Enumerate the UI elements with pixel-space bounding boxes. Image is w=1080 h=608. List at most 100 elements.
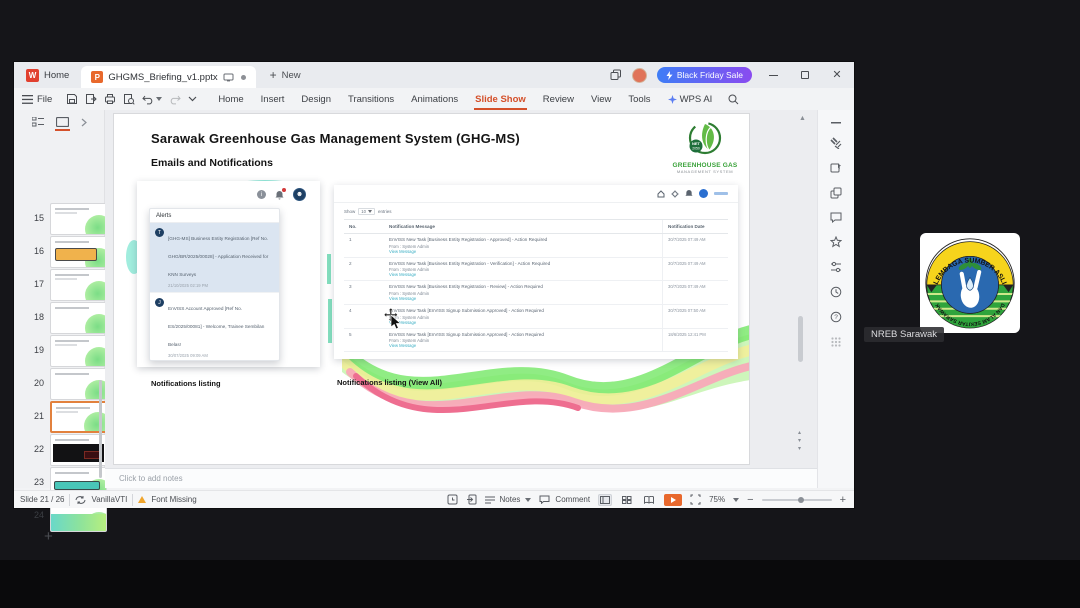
normal-view-button[interactable]	[598, 493, 613, 506]
print-icon[interactable]	[104, 93, 116, 105]
tab-transitions[interactable]: Transitions	[347, 91, 395, 108]
settings-sliders-icon[interactable]	[830, 261, 842, 273]
show-label: Show	[344, 209, 356, 214]
account-avatar[interactable]	[631, 67, 647, 83]
slide-thumbnail-19[interactable]	[50, 335, 107, 367]
theme-name[interactable]: VanillaVTI	[91, 495, 127, 504]
history-icon[interactable]	[830, 286, 842, 298]
slide-view-icon[interactable]	[55, 117, 69, 127]
style-check-icon[interactable]	[830, 162, 842, 174]
file-menu[interactable]: File	[14, 94, 60, 105]
participant-video-tile[interactable]: LEMBAGA SUMBER ASLI DAN ALAM SEKITAR SAR…	[920, 233, 1020, 333]
cell-message: EnVISS New Task [EnVISS Signup Submissio…	[389, 331, 544, 337]
lightning-icon	[666, 70, 673, 80]
new-tab-button[interactable]: + New	[270, 68, 301, 82]
window-stack-icon[interactable]	[610, 69, 622, 81]
redo-icon[interactable]	[169, 93, 182, 105]
file-menu-label: File	[37, 93, 53, 105]
tab-wps-ai[interactable]: WPS AI	[667, 91, 714, 108]
view-message-link: View Message	[389, 272, 417, 278]
new-tab-label: New	[281, 69, 301, 81]
apps-grid-icon[interactable]	[830, 336, 842, 348]
outline-view-icon[interactable]	[31, 117, 44, 127]
slide-title: Sarawak Greenhouse Gas Management System…	[151, 131, 520, 146]
panel-scrollbar[interactable]	[99, 380, 102, 478]
undo-icon[interactable]	[142, 93, 154, 105]
output-icon[interactable]	[85, 93, 98, 105]
warning-icon	[138, 496, 147, 503]
slide-number: 17	[33, 279, 44, 289]
user-name-placeholder	[714, 192, 728, 195]
view-message-link: View Message	[389, 343, 417, 349]
save-icon[interactable]	[66, 93, 78, 105]
cell-message: EnVISS New Task [EnVISS Signup Submissio…	[389, 307, 544, 313]
reading-view-button[interactable]	[642, 494, 656, 506]
cell-date: 30/7/2025 07:49 AM	[662, 234, 728, 257]
alerts-screenshot: i ☻ Alerts T [GHG-MS] Business Entity Re…	[137, 181, 320, 367]
promo-button[interactable]: Black Friday Sale	[656, 67, 752, 83]
zoom-caret-icon[interactable]	[733, 497, 740, 502]
alert-avatar: J	[155, 298, 164, 307]
slide-canvas[interactable]: Sarawak Greenhouse Gas Management System…	[113, 113, 750, 465]
shapes-icon[interactable]	[830, 187, 842, 199]
slide-thumbnail-16[interactable]	[50, 236, 107, 268]
tools-icon[interactable]	[830, 137, 842, 149]
slideshow-play-button[interactable]	[664, 493, 683, 506]
menu-bar: File Home Insert Design Transitions Anim…	[14, 88, 854, 135]
comment-rail-icon[interactable]	[830, 212, 842, 223]
alert-date: 21/10/2025 02:19 PM	[168, 283, 209, 288]
document-tab-label: GHGMS_Briefing_v1.pptx	[108, 71, 218, 83]
star-icon[interactable]	[830, 236, 842, 248]
search-icon[interactable]	[728, 94, 739, 105]
tab-animations[interactable]: Animations	[410, 91, 459, 108]
help-icon[interactable]: ?	[830, 311, 842, 323]
zoom-slider[interactable]	[761, 496, 832, 503]
slide-thumbnail-17[interactable]	[50, 269, 107, 301]
tab-insert[interactable]: Insert	[260, 91, 286, 108]
slide-panel: 15 16 17 18 19 20 21 22 23 24 +	[14, 110, 107, 545]
maximize-button[interactable]	[794, 66, 816, 84]
tab-design[interactable]: Design	[300, 91, 332, 108]
scrollbar-thumb[interactable]	[798, 316, 803, 362]
comment-button[interactable]: Comment	[539, 495, 590, 504]
notes-bar[interactable]: Click to add notes	[105, 468, 817, 488]
task-window-icon[interactable]	[447, 494, 458, 505]
home-tab[interactable]: W Home	[14, 62, 81, 88]
font-missing-label[interactable]: Font Missing	[151, 495, 196, 504]
slide-sorter-view-button[interactable]	[620, 494, 634, 506]
add-slide-button[interactable]: +	[44, 528, 53, 545]
collapse-rail-icon[interactable]	[831, 122, 841, 124]
tab-slide-show[interactable]: Slide Show	[474, 91, 527, 110]
tab-tools[interactable]: Tools	[627, 91, 651, 108]
slide-number: 21	[33, 411, 44, 421]
entries-label: entries	[377, 209, 392, 214]
slide-thumbnail-18[interactable]	[50, 302, 107, 334]
cell-no: 5	[349, 331, 352, 337]
tab-home[interactable]: Home	[217, 91, 244, 108]
document-tab[interactable]: P GHGMS_Briefing_v1.pptx	[81, 66, 256, 88]
scroll-up-arrow[interactable]: ▲	[799, 115, 806, 122]
zoom-in-button[interactable]: +	[840, 494, 846, 506]
notes-toggle[interactable]: Notes	[484, 495, 532, 504]
handout-master-icon[interactable]	[466, 494, 477, 505]
minimize-button[interactable]	[762, 66, 784, 84]
zoom-out-button[interactable]: −	[747, 494, 753, 506]
slide-thumbnail-15[interactable]	[50, 203, 107, 235]
tab-view[interactable]: View	[590, 91, 612, 108]
prev-next-slide-buttons[interactable]: ▴ ▾ ▾	[798, 430, 801, 453]
zoom-slider-handle[interactable]	[797, 496, 804, 503]
alert-text: [GHG-MS] Business Entity Registration [R…	[168, 236, 269, 277]
close-button[interactable]: ✕	[826, 66, 848, 84]
panel-expand-icon[interactable]	[81, 118, 87, 127]
fit-slide-icon[interactable]	[690, 494, 701, 505]
alert-item: J EnVISS Account Approved [Ref No. ES/20…	[150, 293, 279, 360]
zoom-level[interactable]: 75%	[709, 495, 725, 504]
wps-logo-icon: W	[26, 68, 39, 82]
tab-review[interactable]: Review	[542, 91, 575, 108]
chevron-down-icon[interactable]	[188, 96, 197, 102]
undo-caret-icon[interactable]	[156, 97, 163, 101]
cell-date: 30/7/2025 07:50 AM	[662, 304, 728, 328]
print-preview-icon[interactable]	[123, 93, 135, 105]
title-bar: W Home P GHGMS_Briefing_v1.pptx + New Bl…	[14, 62, 854, 88]
alerts-panel: Alerts T [GHG-MS] Business Entity Regist…	[149, 208, 280, 361]
